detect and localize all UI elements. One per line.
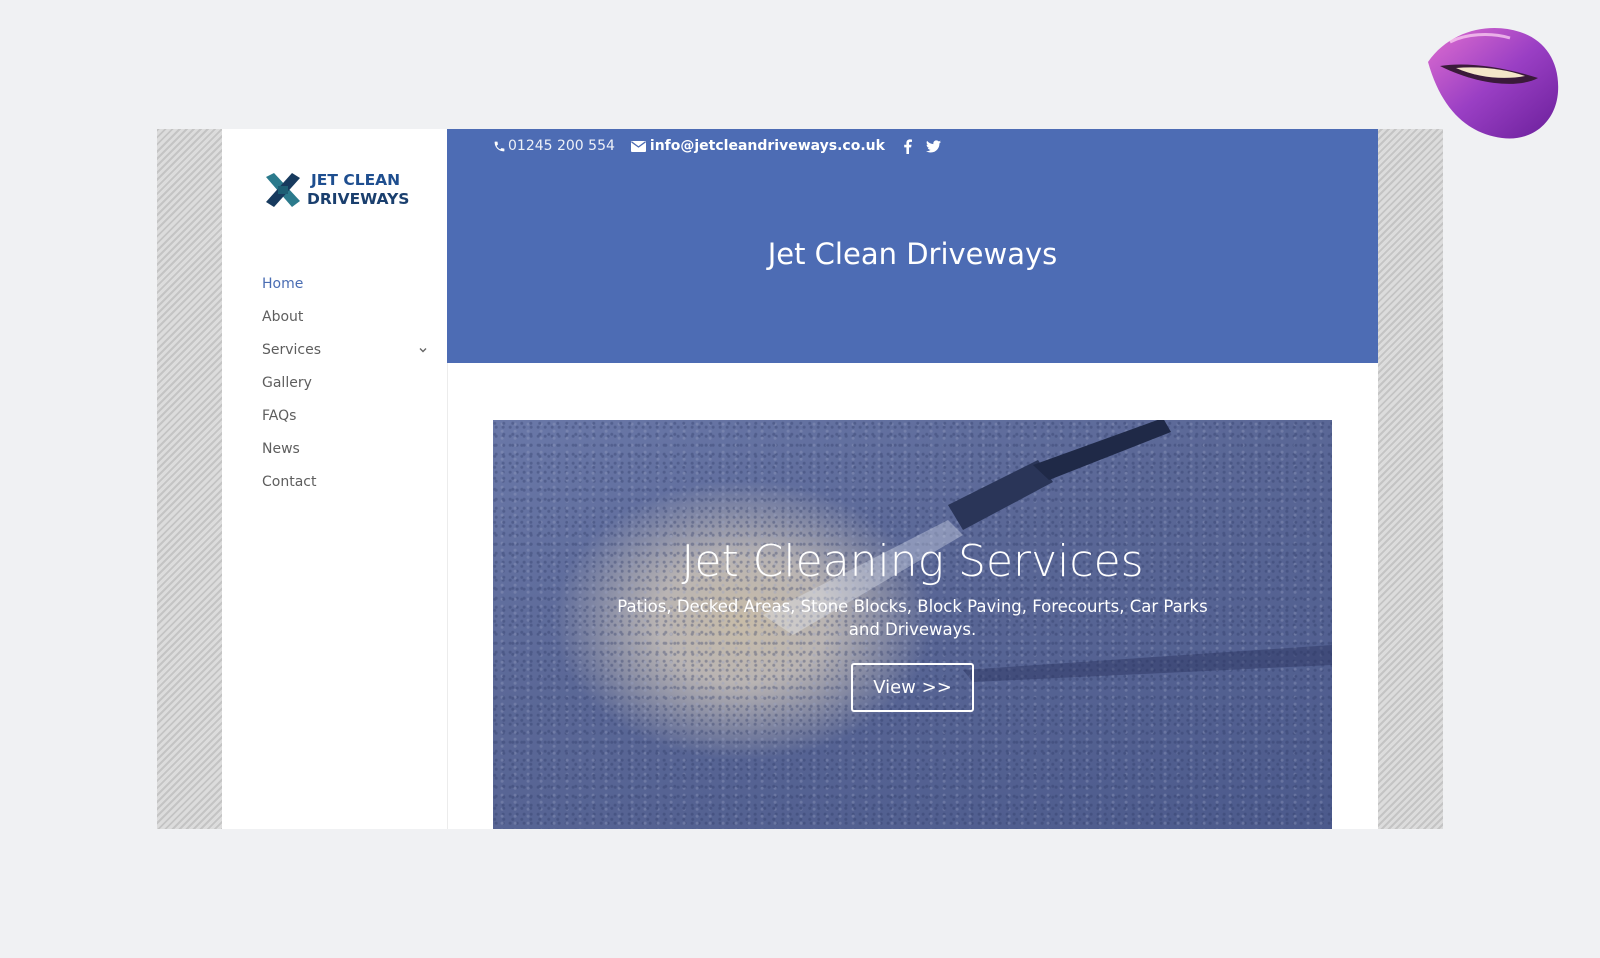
facebook-icon — [904, 138, 912, 154]
phone-icon — [494, 141, 505, 151]
twitter-link[interactable] — [925, 139, 941, 153]
nav-item-label: About — [262, 308, 304, 325]
email-link[interactable]: info@jetcleandriveways.co.uk — [630, 138, 885, 154]
facebook-link[interactable] — [903, 138, 912, 154]
twitter-icon — [925, 139, 941, 152]
nav-item-label: Services — [262, 341, 322, 358]
page-frame: JET CLEAN DRIVEWAYS Home About Services — [157, 129, 1443, 829]
logo-line-1: JET CLEAN — [311, 171, 401, 189]
phone-link[interactable]: 01245 200 554 — [493, 138, 615, 154]
page-title: Jet Clean Driveways — [767, 237, 1058, 271]
hero-heading: Jet Cleaning Services — [681, 536, 1144, 587]
top-contact-bar: 01245 200 554 info@jetcleandriveways.co.… — [493, 137, 955, 155]
view-button[interactable]: View >> — [851, 663, 974, 712]
nav-item-label: FAQs — [262, 407, 297, 424]
logo-text: JET CLEAN DRIVEWAYS — [307, 171, 409, 209]
social-links — [903, 138, 955, 154]
nav-item-contact[interactable]: Contact — [262, 465, 430, 498]
nav-item-label: News — [262, 440, 300, 457]
nav-item-home[interactable]: Home — [262, 267, 430, 300]
hero-subtext: Patios, Decked Areas, Stone Blocks, Bloc… — [617, 597, 1208, 639]
nav-item-label: Contact — [262, 473, 317, 490]
crossed-x-logo-icon — [266, 173, 300, 207]
envelope-icon — [630, 140, 646, 152]
email-address: info@jetcleandriveways.co.uk — [649, 138, 885, 154]
website: JET CLEAN DRIVEWAYS Home About Services — [222, 129, 1378, 829]
main-nav: Home About Services Gallery FAQs News Co… — [262, 267, 430, 498]
nav-item-label: Home — [262, 275, 304, 292]
logo-line-2: DRIVEWAYS — [307, 190, 410, 208]
phone-number: 01245 200 554 — [508, 138, 615, 154]
site-logo[interactable]: JET CLEAN DRIVEWAYS — [262, 169, 409, 211]
nav-item-faqs[interactable]: FAQs — [262, 399, 430, 432]
nav-item-news[interactable]: News — [262, 432, 430, 465]
page-header: 01245 200 554 info@jetcleandriveways.co.… — [447, 129, 1378, 363]
nav-item-about[interactable]: About — [262, 300, 430, 333]
nav-item-label: Gallery — [262, 374, 312, 391]
sidebar: JET CLEAN DRIVEWAYS Home About Services — [222, 129, 448, 829]
hero-content: Jet Cleaning Services Patios, Decked Are… — [493, 535, 1332, 712]
nav-item-gallery[interactable]: Gallery — [262, 366, 430, 399]
main-content: 01245 200 554 info@jetcleandriveways.co.… — [447, 129, 1378, 829]
nav-item-services[interactable]: Services — [262, 333, 430, 366]
lips-logo-icon — [1428, 27, 1559, 139]
chevron-down-icon[interactable] — [418, 345, 428, 355]
hero-banner: Jet Cleaning Services Patios, Decked Are… — [493, 420, 1332, 829]
